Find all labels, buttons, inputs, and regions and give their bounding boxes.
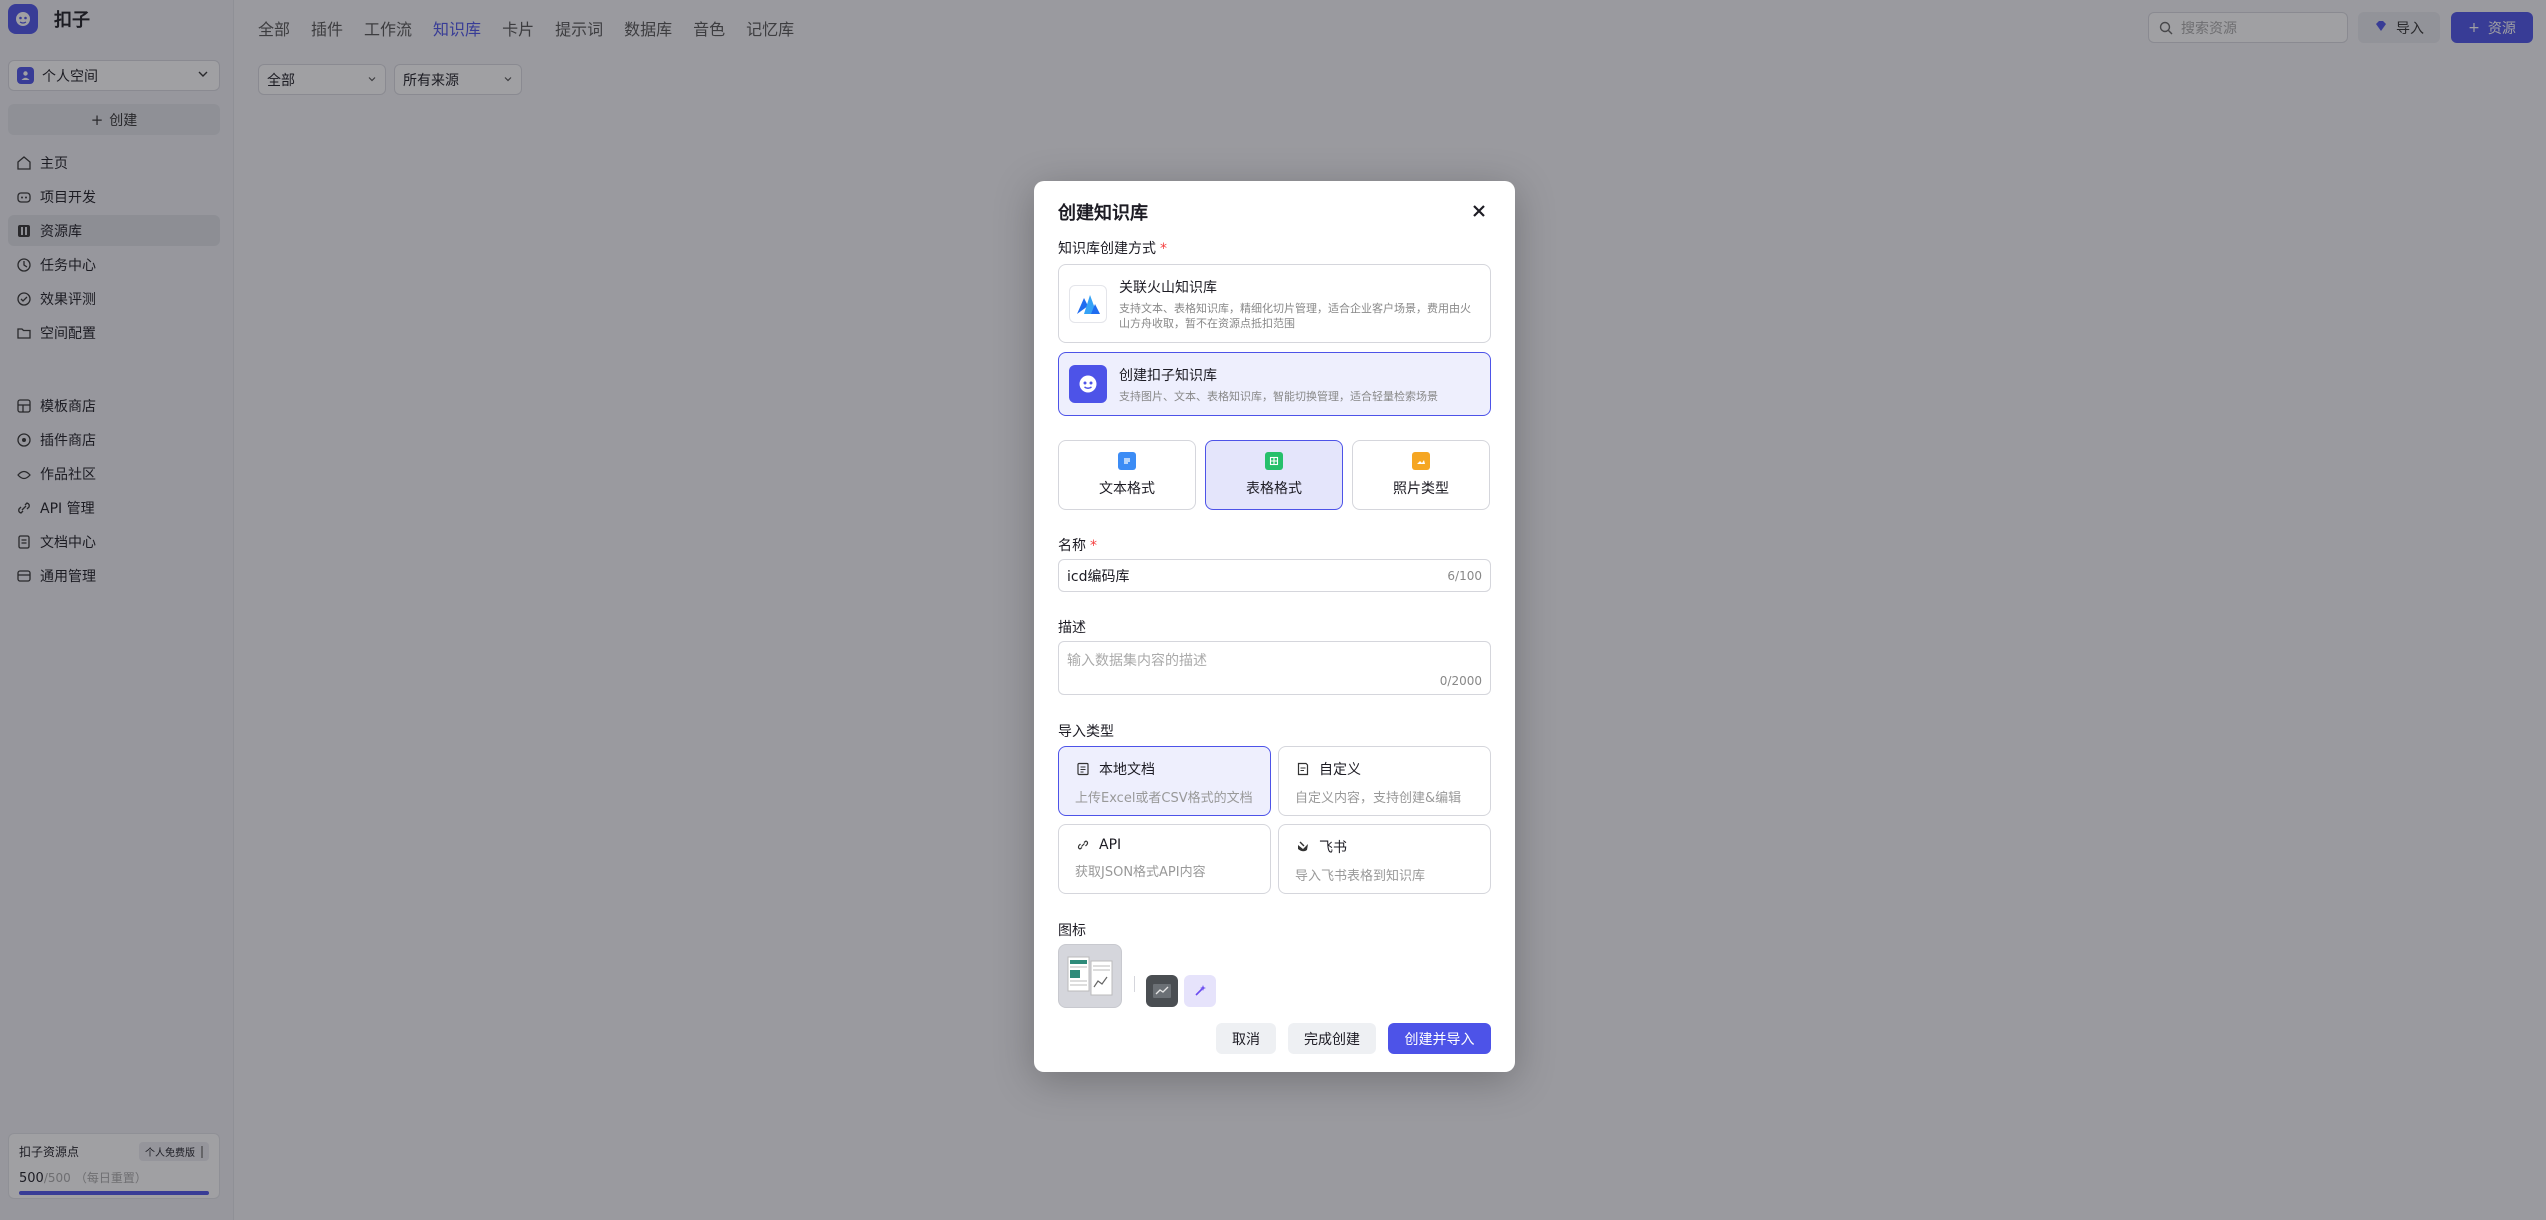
import-title: 本地文档 — [1099, 762, 1155, 778]
spreadsheet-thumbnail-icon — [1067, 956, 1113, 996]
option-desc: 支持图片、文本、表格知识库，智能切换管理，适合轻量检索场景 — [1119, 389, 1438, 403]
image-format-icon — [1412, 452, 1430, 470]
description-field[interactable]: 输入数据集内容的描述 0/2000 — [1058, 641, 1491, 695]
table-format-icon — [1265, 452, 1283, 470]
close-button[interactable] — [1467, 199, 1491, 223]
name-label-text: 名称 — [1058, 538, 1086, 554]
chart-thumbnail-icon[interactable] — [1146, 975, 1178, 1007]
image-format-card[interactable]: 照片类型 — [1352, 440, 1490, 510]
custom-doc-icon — [1295, 761, 1311, 777]
divider — [1134, 976, 1135, 992]
feishu-icon — [1295, 839, 1311, 855]
create-and-import-button[interactable]: 创建并导入 — [1388, 1023, 1491, 1054]
volcano-knowledge-option[interactable]: 关联火山知识库 支持文本、表格知识库，精细化切片管理，适合企业客户场景，费用由火… — [1058, 264, 1491, 343]
import-local-doc-card[interactable]: 本地文档 上传Excel或者CSV格式的文档 — [1058, 746, 1271, 816]
option-desc: 支持文本、表格知识库，精细化切片管理，适合企业客户场景，费用由火山方舟收取，暂不… — [1119, 301, 1471, 330]
import-desc: 导入飞书表格到知识库 — [1295, 869, 1426, 884]
import-title: API — [1099, 837, 1122, 853]
close-icon — [1473, 205, 1485, 217]
option-title: 创建扣子知识库 — [1119, 367, 1217, 384]
name-label: 名称 * — [1058, 535, 1097, 555]
import-title: 飞书 — [1319, 840, 1347, 856]
import-custom-card[interactable]: 自定义 自定义内容，支持创建&编辑 — [1278, 746, 1491, 816]
format-label: 文本格式 — [1099, 481, 1155, 497]
link-icon — [1075, 837, 1091, 853]
name-value: icd编码库 — [1067, 568, 1130, 585]
option-title: 关联火山知识库 — [1119, 279, 1217, 296]
name-counter: 6/100 — [1447, 568, 1482, 583]
coze-logo-icon — [1069, 365, 1107, 403]
required-mark: * — [1090, 538, 1097, 554]
method-label: 知识库创建方式 * — [1058, 238, 1167, 258]
finish-create-button[interactable]: 完成创建 — [1288, 1023, 1376, 1054]
selected-knowledge-icon[interactable] — [1058, 944, 1122, 1008]
text-format-card[interactable]: 文本格式 — [1058, 440, 1196, 510]
table-format-card[interactable]: 表格格式 — [1205, 440, 1343, 510]
create-knowledge-dialog: 创建知识库 知识库创建方式 * 关联火山知识库 支持文本、表格知识库，精细化切片管… — [1034, 181, 1515, 1072]
import-desc: 自定义内容，支持创建&编辑 — [1295, 791, 1462, 806]
cancel-button[interactable]: 取消 — [1216, 1023, 1276, 1054]
local-doc-icon — [1075, 761, 1091, 777]
ai-generate-icon[interactable] — [1184, 975, 1216, 1007]
import-type-label: 导入类型 — [1058, 724, 1114, 740]
import-api-card[interactable]: API 获取JSON格式API内容 — [1058, 824, 1271, 894]
import-desc: 获取JSON格式API内容 — [1075, 865, 1206, 880]
import-feishu-card[interactable]: 飞书 导入飞书表格到知识库 — [1278, 824, 1491, 894]
coze-knowledge-option[interactable]: 创建扣子知识库 支持图片、文本、表格知识库，智能切换管理，适合轻量检索场景 — [1058, 352, 1491, 416]
format-label: 表格格式 — [1246, 481, 1302, 497]
import-desc: 上传Excel或者CSV格式的文档 — [1075, 791, 1253, 806]
format-label: 照片类型 — [1393, 481, 1449, 497]
volcano-icon — [1069, 284, 1107, 323]
name-field[interactable]: icd编码库 6/100 — [1058, 559, 1491, 592]
dialog-title: 创建知识库 — [1058, 203, 1148, 224]
required-mark: * — [1160, 241, 1167, 257]
text-format-icon — [1118, 452, 1136, 470]
import-title: 自定义 — [1319, 762, 1361, 778]
desc-placeholder: 输入数据集内容的描述 — [1067, 653, 1207, 669]
method-label-text: 知识库创建方式 — [1058, 241, 1156, 257]
desc-label: 描述 — [1058, 620, 1086, 636]
icon-label: 图标 — [1058, 923, 1086, 939]
desc-counter: 0/2000 — [1439, 674, 1482, 688]
